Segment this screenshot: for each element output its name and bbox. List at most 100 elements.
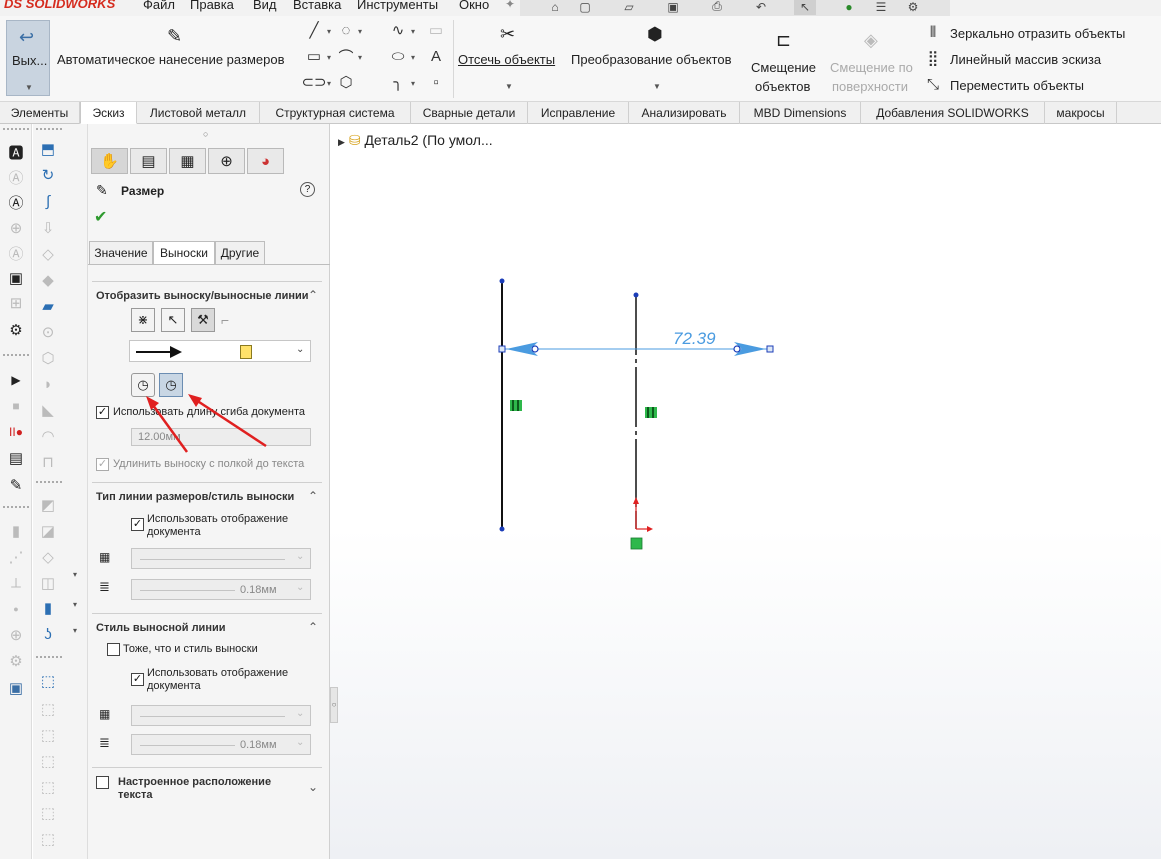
traffic-light-icon[interactable]: ●	[838, 0, 860, 15]
sketch-drawing[interactable]: 72.39	[330, 124, 1161, 859]
use-bend-length-checkbox[interactable]: ✓	[96, 406, 109, 419]
chevron-down-icon[interactable]: ▾	[358, 53, 362, 62]
linear-pattern-button[interactable]: ⣿ Линейный массив эскиза	[924, 49, 1154, 71]
offset-on-surface-button[interactable]: ◈ Смещение по поверхности	[828, 20, 920, 96]
leader-bent-icon[interactable]: ⌐	[221, 312, 229, 328]
balloon-icon[interactable]: Ⓐ	[5, 166, 27, 188]
target-icon[interactable]: ⊕	[5, 624, 27, 646]
arc-icon[interactable]: ⌒	[337, 47, 355, 66]
smart-dimension-button[interactable]: ✎ Автоматическое нанесение размеров	[57, 20, 297, 96]
draft-icon[interactable]: ◣	[37, 399, 59, 421]
home-icon[interactable]: ⌂	[544, 0, 566, 15]
sketch-endpoint[interactable]	[499, 526, 505, 532]
point-icon[interactable]: ▫	[427, 73, 445, 91]
chevron-down-icon[interactable]: ▾	[73, 570, 77, 579]
bend-length-input[interactable]: 12.00мм	[131, 428, 311, 446]
select-cursor-icon[interactable]: ↖	[794, 0, 816, 15]
arc-length-icon[interactable]: ◷	[131, 373, 155, 397]
point-icon[interactable]: ●	[5, 598, 27, 620]
tab-evaluate[interactable]: Анализировать	[629, 102, 740, 124]
line-style-select[interactable]: ⌄	[131, 548, 311, 569]
leader-smart-icon[interactable]: ⚒	[191, 308, 215, 332]
gear-icon[interactable]: ⚙	[5, 650, 27, 672]
tab-propertymanager[interactable]: ▤	[130, 148, 167, 174]
custom-text-position-checkbox[interactable]	[96, 776, 109, 789]
save-icon[interactable]: ▣	[662, 0, 684, 15]
chevron-down-icon[interactable]: ▾	[327, 27, 331, 36]
chevron-up-icon[interactable]: ⌃	[308, 489, 318, 503]
layer-icon[interactable]: ▮	[5, 520, 27, 542]
dimension-handle[interactable]	[733, 345, 741, 353]
view-front-icon[interactable]: ⬚	[37, 698, 59, 720]
arc-radius-icon[interactable]: ◷	[159, 373, 183, 397]
shell-icon[interactable]: ⬡	[37, 347, 59, 369]
chevron-down-icon[interactable]: ▾	[327, 79, 331, 88]
ok-checkmark-icon[interactable]: ✔	[94, 207, 107, 227]
rib-icon[interactable]: ◗	[37, 373, 59, 395]
subtab-other[interactable]: Другие	[215, 241, 265, 265]
tab-structure-system[interactable]: Структурная система	[260, 102, 411, 124]
dimension-handle[interactable]	[531, 345, 539, 353]
chevron-down-icon[interactable]: ▾	[327, 53, 331, 62]
boundary-icon[interactable]: ◆	[37, 269, 59, 291]
options-gear-icon[interactable]: ⚙	[902, 0, 924, 15]
chevron-down-icon[interactable]: ▾	[73, 600, 77, 609]
tab-features[interactable]: Элементы	[0, 102, 80, 124]
configure-icon[interactable]: ⚙	[5, 319, 27, 341]
relation-vertical-icon-2[interactable]	[645, 407, 657, 418]
convert-entities-button[interactable]: ⬢ Преобразование объектов ▼	[571, 20, 743, 96]
sweep-icon[interactable]: ∫	[37, 190, 59, 212]
arrow-down-icon[interactable]: ⇩	[37, 217, 59, 239]
loft-icon[interactable]: ◇	[37, 243, 59, 265]
relation-fixed-icon[interactable]	[630, 537, 643, 550]
fillet-feature-icon[interactable]: ◩	[37, 494, 59, 516]
menu-edit[interactable]: Правка	[190, 0, 234, 12]
offset-entities-button[interactable]: ⊏ Смещение объектов	[748, 20, 822, 96]
auto-balloon-icon[interactable]: Ⓐ	[5, 191, 27, 213]
circle-icon[interactable]: ◌	[337, 21, 355, 39]
help-icon[interactable]: ?	[300, 182, 315, 197]
fillet-icon[interactable]: ╮	[389, 73, 407, 91]
reference-geometry-icon[interactable]: ▮	[37, 597, 59, 619]
view-cube-icon[interactable]: ⬚	[37, 670, 59, 692]
undo-icon[interactable]: ↶	[750, 0, 772, 15]
dimension-grip[interactable]	[498, 345, 506, 353]
mirror-entities-button[interactable]: ⫴ Зеркально отразить объекты	[924, 23, 1154, 45]
extend-leader-checkbox[interactable]: ✓	[96, 458, 109, 471]
open-icon[interactable]: ▱	[618, 0, 640, 15]
plane-icon[interactable]: ▰	[37, 295, 59, 317]
hole-icon[interactable]: ⊙	[37, 321, 59, 343]
view-left-icon[interactable]: ⬚	[37, 750, 59, 772]
line-style-icon[interactable]: ⋰	[5, 546, 27, 568]
ellipse-icon[interactable]: ⬭	[389, 47, 407, 65]
tab-configurationmanager[interactable]: ▦	[169, 148, 206, 174]
stop-icon[interactable]: ■	[5, 395, 27, 417]
chevron-down-icon[interactable]: ▾	[411, 79, 415, 88]
tab-sketch[interactable]: Эскиз	[80, 102, 137, 124]
polygon-icon[interactable]: ⬡	[337, 73, 355, 91]
menu-insert[interactable]: Вставка	[293, 0, 341, 12]
use-doc-display-checkbox-2[interactable]: ✓	[131, 673, 144, 686]
chevron-down-icon[interactable]: ▾	[411, 53, 415, 62]
slot-icon[interactable]: ⊂⊃	[301, 73, 326, 91]
print-icon[interactable]: ⎙	[706, 0, 728, 15]
macro-new-icon[interactable]: ▤	[5, 447, 27, 469]
leader-outside-icon[interactable]: ⋇	[131, 308, 155, 332]
use-doc-display-checkbox[interactable]: ✓	[131, 518, 144, 531]
tab-display-manager[interactable]: ◕	[247, 148, 284, 174]
tab-mbd-dimensions[interactable]: MBD Dimensions	[740, 102, 861, 124]
mirror-feature-icon[interactable]: ◫	[37, 572, 59, 594]
dome-icon[interactable]: ◠	[37, 425, 59, 447]
chevron-up-icon[interactable]: ⌃	[308, 620, 318, 634]
menu-window[interactable]: Окно	[459, 0, 489, 12]
dimension-value[interactable]: 72.39	[673, 329, 716, 348]
tab-macros[interactable]: макросы	[1045, 102, 1117, 124]
tab-sheet-metal[interactable]: Листовой металл	[137, 102, 260, 124]
arrow-style-select[interactable]: ⌄	[129, 340, 311, 362]
exit-sketch-button[interactable]: ↩ Вых... ▼	[6, 20, 50, 96]
extension-line-style-select[interactable]: ⌄	[131, 705, 311, 726]
rectangle-icon[interactable]: ▭	[305, 47, 323, 65]
extension-line-thickness-select[interactable]: 0.18мм ⌄	[131, 734, 311, 755]
chevron-down-icon[interactable]: ▾	[358, 27, 362, 36]
view-right-icon[interactable]: ⬚	[37, 776, 59, 798]
